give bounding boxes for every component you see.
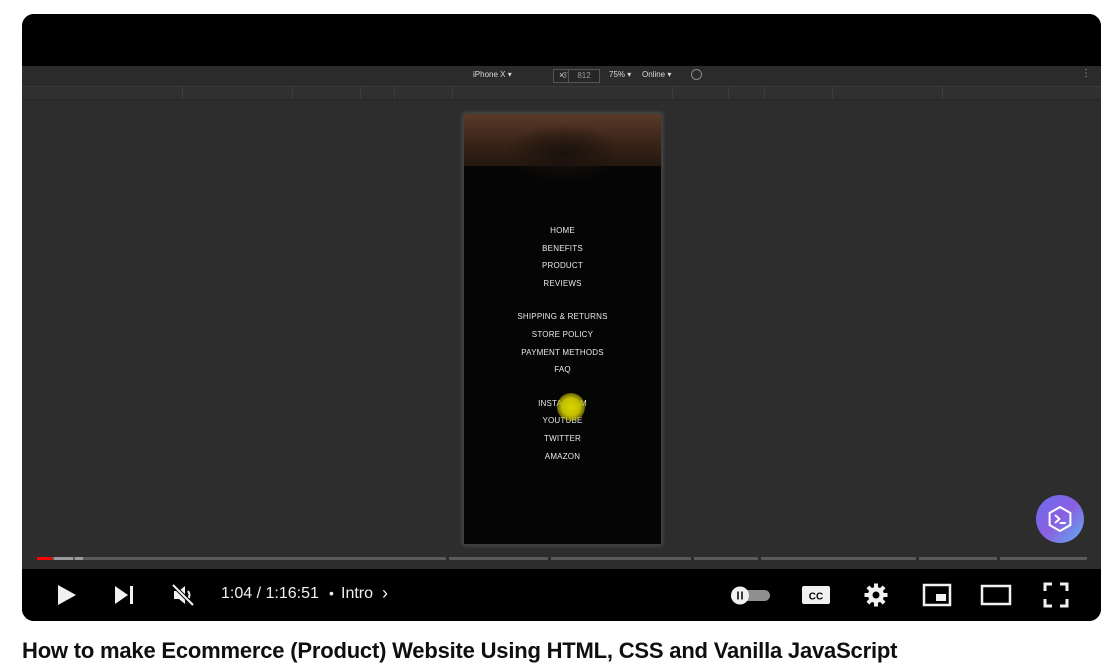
device-selector: iPhone X ▾ — [473, 70, 512, 79]
next-button[interactable] — [110, 579, 138, 611]
chapter-segment[interactable] — [761, 557, 916, 560]
chevron-right-icon[interactable]: › — [382, 583, 388, 604]
chapter-segment[interactable] — [919, 557, 997, 560]
menu-item-product: PRODUCT — [542, 261, 583, 271]
player-controls: 1:04 / 1:16:51 • Intro › CC — [22, 569, 1101, 621]
menu-item-home: HOME — [550, 226, 575, 235]
autoplay-toggle-icon — [731, 586, 770, 605]
kebab-menu-icon: ⋮ — [1081, 68, 1091, 79]
fullscreen-button[interactable] — [1040, 579, 1072, 611]
device-height-field: 812 — [568, 69, 600, 83]
video-player[interactable]: iPhone X ▾ 375 × 812 75% ▾ Online ▾ ⋮ HO… — [22, 14, 1101, 621]
menu-item-payment: PAYMENT METHODS — [521, 347, 604, 357]
buffered-segment — [75, 557, 83, 560]
chapter-title[interactable]: Intro — [341, 585, 373, 603]
menu-item-store-policy: STORE POLICY — [531, 329, 594, 339]
muted-volume-icon — [171, 583, 195, 607]
rotate-icon — [691, 69, 702, 80]
menu-item-twitter: TWITTER — [544, 433, 581, 443]
zoom-selector: 75% ▾ — [609, 70, 632, 79]
miniplayer-icon — [922, 583, 952, 607]
menu-item-reviews: REVIEWS — [543, 278, 582, 288]
menu-item-shipping: SHIPPING & RETURNS — [517, 312, 608, 322]
theater-mode-button[interactable] — [978, 579, 1014, 611]
next-icon — [115, 586, 133, 604]
channel-watermark-icon[interactable] — [1036, 495, 1084, 543]
mobile-nav-menu: HOME BENEFITS PRODUCT REVIEWS SHIPPING &… — [464, 166, 661, 465]
devtools-media-query-ruler — [22, 87, 1101, 100]
buffered-segment — [54, 557, 73, 560]
mute-button[interactable] — [168, 579, 198, 611]
fullscreen-icon — [1043, 582, 1069, 608]
play-button[interactable] — [52, 579, 80, 611]
chapter-segment[interactable] — [694, 557, 758, 560]
play-icon — [58, 585, 76, 605]
menu-item-benefits: BENEFITS — [542, 243, 583, 253]
miniplayer-button[interactable] — [920, 579, 954, 611]
svg-text:CC: CC — [809, 592, 823, 603]
chapter-segment[interactable] — [449, 557, 548, 560]
devtools-device-toolbar: iPhone X ▾ 375 × 812 75% ▾ Online ▾ ⋮ — [22, 66, 1101, 87]
cursor-highlight — [557, 393, 585, 421]
settings-button[interactable] — [860, 579, 892, 611]
time-display: 1:04 / 1:16:51 — [221, 585, 319, 602]
autoplay-toggle[interactable] — [730, 579, 772, 611]
gear-icon — [864, 583, 888, 607]
video-frame[interactable]: iPhone X ▾ 375 × 812 75% ▾ Online ▾ ⋮ HO… — [22, 14, 1101, 569]
dimension-separator: × — [559, 70, 565, 80]
chapter-segment[interactable] — [551, 557, 691, 560]
menu-item-amazon: AMAZON — [544, 451, 581, 461]
network-selector: Online ▾ — [642, 70, 672, 79]
video-title: How to make Ecommerce (Product) Website … — [22, 638, 898, 663]
phone-preview: HOME BENEFITS PRODUCT REVIEWS SHIPPING &… — [463, 113, 662, 545]
theater-mode-icon — [980, 584, 1012, 606]
chapter-separator: • — [329, 585, 334, 601]
captions-button[interactable]: CC — [800, 579, 832, 611]
chapter-segment[interactable] — [37, 557, 446, 560]
menu-item-faq: FAQ — [554, 365, 571, 375]
captions-icon: CC — [802, 586, 830, 604]
hero-image — [464, 114, 661, 184]
chapter-segment[interactable] — [1000, 557, 1087, 560]
progress-bar[interactable] — [37, 557, 1087, 560]
played-segment — [37, 557, 52, 560]
